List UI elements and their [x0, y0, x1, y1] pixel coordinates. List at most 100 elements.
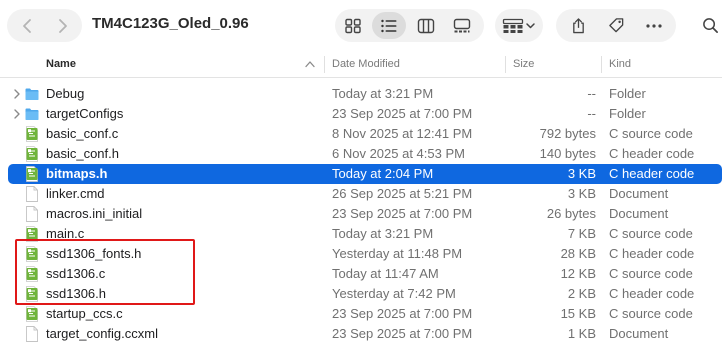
toolbar: TM4C123G_Oled_0.96	[0, 0, 722, 52]
file-kind: C header code	[609, 246, 695, 261]
file-row[interactable]: targetConfigs 23 Sep 2025 at 7:00 PM -- Fol…	[0, 104, 722, 124]
navigation-buttons	[7, 9, 82, 42]
file-kind: Document	[609, 326, 669, 341]
sort-ascending-icon	[305, 61, 315, 68]
file-date-modified: Today at 11:47 AM	[332, 266, 439, 281]
file-size: --	[587, 106, 596, 121]
c-file-icon	[26, 126, 38, 142]
file-date-modified: 23 Sep 2025 at 7:00 PM	[332, 306, 473, 321]
share-button[interactable]	[560, 9, 596, 42]
file-kind: Document	[609, 206, 669, 221]
icon-grid-icon	[345, 18, 361, 33]
file-row[interactable]: basic_conf.h 6 Nov 2025 at 4:53 PM 140 byt…	[0, 144, 722, 164]
file-size: 28 KB	[560, 246, 596, 261]
gallery-icon	[453, 18, 471, 32]
highlight-annotation-box	[15, 239, 195, 305]
forward-button[interactable]	[44, 9, 81, 42]
column-divider[interactable]	[324, 56, 325, 73]
columns-icon	[417, 18, 435, 33]
icon-view-button[interactable]	[336, 12, 370, 39]
view-mode-switcher	[335, 9, 484, 42]
file-row[interactable]: linker.cmd 26 Sep 2025 at 5:21 PM 3 KB Docu…	[0, 184, 722, 204]
window-title: TM4C123G_Oled_0.96	[92, 15, 249, 32]
c-file-icon	[26, 306, 38, 322]
file-name: basic_conf.c	[46, 126, 119, 141]
more-actions-button[interactable]	[636, 9, 672, 42]
file-kind: C source code	[609, 126, 693, 141]
file-row[interactable]: target_config.ccxml 23 Sep 2025 at 7:00 P…	[0, 324, 722, 344]
file-kind: C header code	[609, 146, 695, 161]
file-kind: C source code	[609, 306, 693, 321]
kind-column-header[interactable]: Kind	[609, 52, 631, 77]
action-buttons	[556, 9, 676, 42]
file-size: 140 bytes	[539, 146, 596, 161]
file-kind: Document	[609, 186, 669, 201]
file-name: target_config.ccxml	[46, 326, 158, 341]
c-file-icon	[26, 146, 38, 162]
file-size: 12 KB	[560, 266, 596, 281]
file-date-modified: Yesterday at 7:42 PM	[332, 286, 456, 301]
file-name: targetConfigs	[46, 106, 124, 121]
file-date-modified: Today at 3:21 PM	[332, 86, 434, 101]
file-row[interactable]: basic_conf.c 8 Nov 2025 at 12:41 PM 792 by…	[0, 124, 722, 144]
document-icon	[26, 206, 38, 222]
document-icon	[26, 186, 38, 202]
disclosure-chevron-icon[interactable]	[13, 89, 21, 99]
file-size: 3 KB	[567, 186, 596, 201]
file-date-modified: 23 Sep 2025 at 7:00 PM	[332, 326, 473, 341]
file-name: Debug	[46, 86, 85, 101]
gallery-view-button[interactable]	[445, 12, 479, 39]
search-icon	[702, 18, 718, 33]
share-icon	[572, 17, 584, 33]
column-divider[interactable]	[505, 56, 506, 73]
file-row[interactable]: Debug Today at 3:21 PM -- Folder	[0, 84, 722, 104]
file-size: 3 KB	[567, 166, 596, 181]
file-size: 792 bytes	[539, 126, 596, 141]
tags-button[interactable]	[598, 9, 634, 42]
file-size: 26 bytes	[546, 206, 596, 221]
file-kind: C source code	[609, 266, 693, 281]
file-kind: C header code	[609, 166, 695, 181]
file-kind: C source code	[609, 226, 693, 241]
list-view-button[interactable]	[372, 12, 406, 39]
file-size: 7 KB	[567, 226, 596, 241]
disclosure-chevron-icon[interactable]	[13, 109, 21, 119]
column-view-button[interactable]	[409, 12, 443, 39]
document-icon	[26, 326, 38, 342]
size-column-header[interactable]: Size	[513, 52, 534, 77]
tag-icon	[608, 18, 623, 33]
file-row-selected[interactable]: bitmaps.h Today at 2:04 PM 3 KB C header co…	[0, 164, 722, 184]
file-date-modified: 6 Nov 2025 at 4:53 PM	[332, 146, 465, 161]
group-grid-icon	[502, 18, 535, 33]
file-date-modified: 26 Sep 2025 at 5:21 PM	[332, 186, 473, 201]
folder-icon	[25, 88, 39, 100]
c-file-icon	[26, 166, 38, 182]
file-kind: Folder	[609, 86, 646, 101]
file-size: 15 KB	[560, 306, 596, 321]
file-size: 2 KB	[567, 286, 596, 301]
file-name: macros.ini_initial	[46, 206, 143, 221]
date-modified-column-header[interactable]: Date Modified	[332, 52, 400, 77]
column-header: Name Date Modified Size Kind	[0, 52, 722, 78]
file-date-modified: Today at 3:21 PM	[332, 226, 434, 241]
file-kind: C header code	[609, 286, 695, 301]
column-divider[interactable]	[601, 56, 602, 73]
file-date-modified: 8 Nov 2025 at 12:41 PM	[332, 126, 473, 141]
file-date-modified: 23 Sep 2025 at 7:00 PM	[332, 206, 473, 221]
list-icon	[381, 19, 397, 32]
file-name: bitmaps.h	[46, 166, 108, 181]
back-button[interactable]	[8, 9, 45, 42]
file-date-modified: 23 Sep 2025 at 7:00 PM	[332, 106, 473, 121]
search-button[interactable]	[690, 9, 722, 42]
name-column-header[interactable]: Name	[46, 52, 76, 77]
file-row[interactable]: startup_ccs.c 23 Sep 2025 at 7:00 PM 15 KB…	[0, 304, 722, 324]
chevron-right-icon	[58, 18, 67, 33]
file-row[interactable]: macros.ini_initial 23 Sep 2025 at 7:00 PM…	[0, 204, 722, 224]
chevron-left-icon	[22, 18, 31, 33]
ellipsis-icon	[646, 23, 662, 28]
group-by-button[interactable]	[495, 9, 543, 42]
file-name: startup_ccs.c	[46, 306, 123, 321]
file-name: basic_conf.h	[46, 146, 119, 161]
file-date-modified: Yesterday at 11:48 PM	[332, 246, 463, 261]
file-kind: Folder	[609, 106, 646, 121]
